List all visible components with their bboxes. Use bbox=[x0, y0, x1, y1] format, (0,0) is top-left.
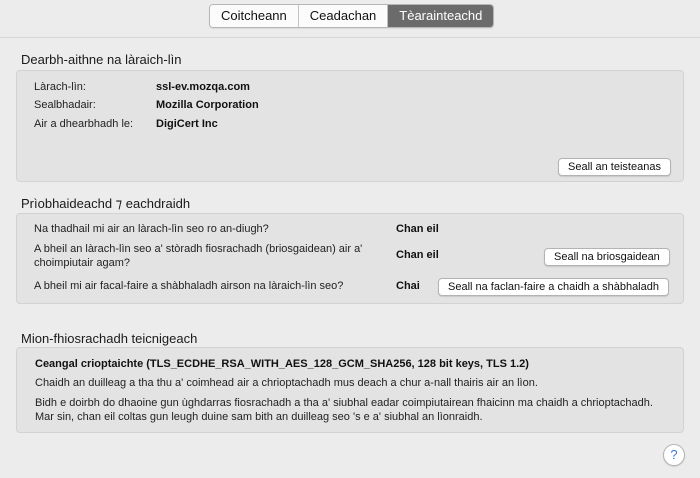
owner-label: Sealbhadair: bbox=[34, 99, 96, 111]
technical-box: Ceangal crioptaichte (TLS_ECDHE_RSA_WITH… bbox=[16, 347, 684, 433]
tab-general[interactable]: Coitcheann bbox=[210, 5, 299, 27]
connection-details: Ceangal crioptaichte (TLS_ECDHE_RSA_WITH… bbox=[35, 358, 529, 370]
encryption-paragraph: Chaidh an duilleag a tha thu a' coimhead… bbox=[35, 377, 538, 389]
cookies-question: A bheil an làrach-lìn seo a' stòradh fio… bbox=[34, 243, 363, 269]
encryption-explanation: Bidh e doirbh do dhaoine gun ùghdarras f… bbox=[35, 397, 653, 423]
view-certificate-button[interactable]: Seall an teisteanas bbox=[558, 158, 671, 176]
identity-section-title: Dearbh-aithne na làraich-lìn bbox=[21, 52, 182, 67]
identity-box: Làrach-lìn: ssl-ev.mozqa.com Sealbhadair… bbox=[16, 70, 684, 182]
view-saved-passwords-button[interactable]: Seall na faclan-faire a chaidh a shàbhal… bbox=[438, 278, 669, 296]
toolbar-divider bbox=[0, 37, 700, 38]
privacy-box: Na thadhail mi air an làrach-lìn seo ro … bbox=[16, 213, 684, 304]
website-value: ssl-ev.mozqa.com bbox=[156, 81, 250, 93]
cookies-answer: Chan eil bbox=[396, 249, 439, 261]
tab-security[interactable]: Tèarainteachd bbox=[388, 5, 494, 27]
website-label: Làrach-lìn: bbox=[34, 81, 86, 93]
owner-value: Mozilla Corporation bbox=[156, 99, 259, 111]
help-icon: ? bbox=[670, 447, 678, 462]
help-button[interactable]: ? bbox=[663, 444, 685, 466]
passwords-question: A bheil mi air facal-faire a shàbhaladh … bbox=[34, 280, 344, 292]
privacy-section-title: Prìobhaideachd ⁊ eachdraidh bbox=[21, 196, 191, 211]
technical-section-title: Mion-fhiosrachadh teicnigeach bbox=[21, 331, 198, 346]
tab-bar: Coitcheann Ceadachan Tèarainteachd bbox=[209, 4, 495, 28]
view-cookies-button[interactable]: Seall na briosgaidean bbox=[544, 248, 670, 266]
passwords-answer: Chai bbox=[396, 280, 420, 292]
visited-answer: Chan eil bbox=[396, 223, 439, 235]
tab-permissions[interactable]: Ceadachan bbox=[298, 5, 389, 27]
verifier-value: DigiCert Inc bbox=[156, 118, 218, 130]
visited-question: Na thadhail mi air an làrach-lìn seo ro … bbox=[34, 223, 269, 235]
verifier-label: Air a dhearbhadh le: bbox=[34, 118, 134, 130]
